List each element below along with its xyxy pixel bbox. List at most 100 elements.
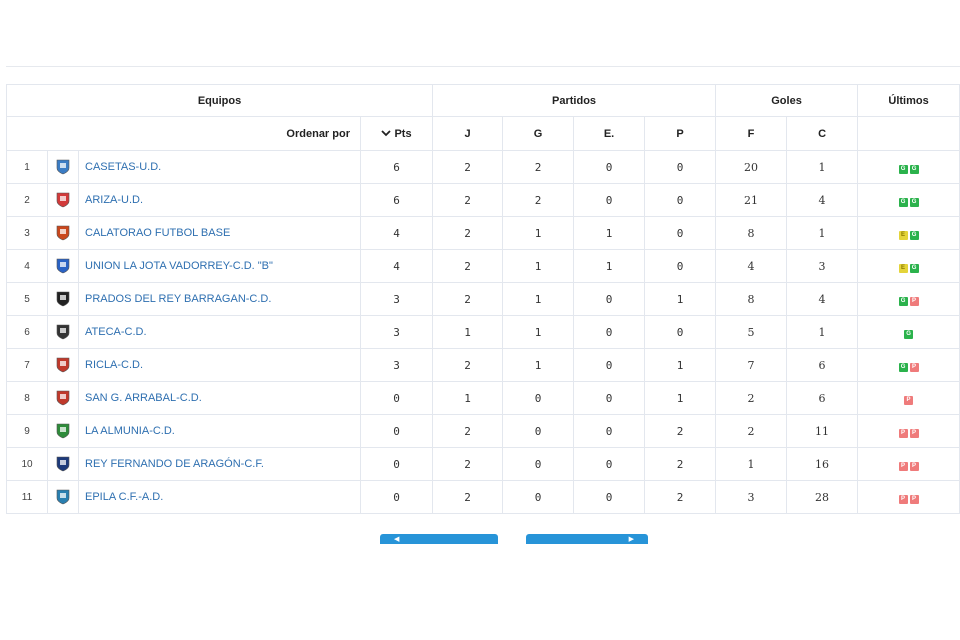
drawn-cell: 0: [573, 150, 646, 184]
top-divider: [6, 66, 960, 67]
ariza-crest-icon: [56, 192, 70, 208]
crest-cell: [47, 183, 79, 217]
goals-for-cell: 21: [715, 183, 788, 217]
crest-cell: [47, 381, 79, 415]
goles-header: Goles: [715, 84, 859, 117]
drawn-cell: 1: [573, 216, 646, 250]
position-cell: 7: [6, 348, 48, 382]
lost-cell: 2: [644, 414, 717, 448]
standings-table: Equipos Partidos Goles Últimos Ordenar p…: [5, 84, 960, 514]
drawn-cell: 0: [573, 414, 646, 448]
previous-button[interactable]: ◀: [380, 534, 498, 544]
played-cell: 2: [432, 348, 504, 382]
result-badge: G: [898, 362, 908, 372]
last-results-cell: PP: [857, 414, 960, 448]
last-results-cell: EG: [857, 216, 960, 250]
result-badge: P: [909, 461, 919, 471]
goals-for-cell: 4: [715, 249, 788, 283]
table-row: 1 CASETAS-U.D. 6 2 2 0 0 20 1 G G: [6, 150, 960, 184]
team-name-link[interactable]: LA ALMUNIA-C.D.: [78, 414, 361, 448]
goals-against-cell: 16: [786, 447, 859, 481]
team-name-link[interactable]: PRADOS DEL REY BARRAGAN-C.D.: [78, 282, 361, 316]
drawn-cell: 0: [573, 348, 646, 382]
la-almunia-crest-icon: [56, 423, 70, 439]
table-row: 11 EPILA C.F.-A.D. 0 2 0 0 2 3 28 P P: [6, 480, 960, 514]
last-results-cell: PP: [857, 447, 960, 481]
drawn-cell: 0: [573, 183, 646, 217]
points-cell: 0: [359, 480, 434, 514]
goals-against-cell: 1: [786, 150, 859, 184]
table-row: 8 SAN G. ARRABAL-C.D. 0 1 0 0 1 2 6 P: [6, 381, 960, 415]
last-results-cell: GP: [857, 282, 960, 316]
result-badge: G: [898, 164, 908, 174]
drawn-cell: 0: [573, 381, 646, 415]
points-cell: 0: [359, 447, 434, 481]
result-badge: G: [909, 230, 919, 240]
drawn-cell: 0: [573, 480, 646, 514]
crest-cell: [47, 216, 79, 250]
crest-cell: [47, 150, 79, 184]
goals-against-cell: 1: [786, 315, 859, 349]
played-cell: 2: [432, 150, 504, 184]
goals-against-cell: 28: [786, 480, 859, 514]
crest-cell: [47, 348, 79, 382]
team-name-link[interactable]: RICLA-C.D.: [78, 348, 361, 382]
points-cell: 3: [359, 315, 434, 349]
points-cell: 4: [359, 216, 434, 250]
equipos-header: Equipos: [5, 84, 434, 117]
table-row: 5 PRADOS DEL REY BARRAGAN-C.D. 3 2 1 0 1 8 4 G P: [6, 282, 960, 316]
goals-against-cell: 3: [786, 249, 859, 283]
last-results-cell: GP: [857, 348, 960, 382]
goals-for-cell: 1: [715, 447, 788, 481]
result-badge: P: [898, 461, 908, 471]
result-badge: G: [909, 263, 919, 273]
last-results-cell: EG: [857, 249, 960, 283]
casetas-crest-icon: [56, 159, 70, 175]
lost-cell: 0: [644, 150, 717, 184]
team-name-link[interactable]: CASETAS-U.D.: [78, 150, 361, 184]
sort-pts-button[interactable]: Pts: [359, 116, 434, 151]
c-header: C: [786, 116, 859, 151]
won-cell: 0: [502, 414, 575, 448]
partidos-header: Partidos: [432, 84, 717, 117]
result-badge: P: [909, 362, 919, 372]
rey-fernando-crest-icon: [56, 456, 70, 472]
crest-cell: [47, 249, 79, 283]
p-header: P: [644, 116, 717, 151]
team-name-link[interactable]: ARIZA-U.D.: [78, 183, 361, 217]
team-name-link[interactable]: ATECA-C.D.: [78, 315, 361, 349]
goals-against-cell: 11: [786, 414, 859, 448]
lost-cell: 1: [644, 282, 717, 316]
team-name-link[interactable]: REY FERNANDO DE ARAGÓN-C.F.: [78, 447, 361, 481]
table-row: 4 UNION LA JOTA VADORREY-C.D. "B" 4 2 1 1 0 4 3…: [6, 249, 960, 283]
result-badge: G: [909, 197, 919, 207]
team-name-link[interactable]: CALATORAO FUTBOL BASE: [78, 216, 361, 250]
next-button[interactable]: ▶: [526, 534, 648, 544]
chevron-right-icon: ▶: [628, 535, 634, 543]
team-name-link[interactable]: SAN G. ARRABAL-C.D.: [78, 381, 361, 415]
crest-cell: [47, 447, 79, 481]
points-cell: 4: [359, 249, 434, 283]
ultimos-header: Últimos: [857, 84, 960, 117]
lost-cell: 0: [644, 216, 717, 250]
won-cell: 0: [502, 447, 575, 481]
played-cell: 2: [432, 282, 504, 316]
team-name-link[interactable]: UNION LA JOTA VADORREY-C.D. "B": [78, 249, 361, 283]
last-results-cell: PP: [857, 480, 960, 514]
goals-against-cell: 6: [786, 348, 859, 382]
won-cell: 1: [502, 216, 575, 250]
points-cell: 3: [359, 282, 434, 316]
goals-for-cell: 7: [715, 348, 788, 382]
table-row: 9 LA ALMUNIA-C.D. 0 2 0 0 2 2 11 P P: [6, 414, 960, 448]
goals-against-cell: 1: [786, 216, 859, 250]
won-cell: 2: [502, 183, 575, 217]
goals-against-cell: 6: [786, 381, 859, 415]
position-cell: 1: [6, 150, 48, 184]
goals-for-cell: 2: [715, 414, 788, 448]
position-cell: 5: [6, 282, 48, 316]
points-cell: 6: [359, 183, 434, 217]
goals-for-cell: 20: [715, 150, 788, 184]
goals-for-cell: 5: [715, 315, 788, 349]
won-cell: 1: [502, 315, 575, 349]
team-name-link[interactable]: EPILA C.F.-A.D.: [78, 480, 361, 514]
